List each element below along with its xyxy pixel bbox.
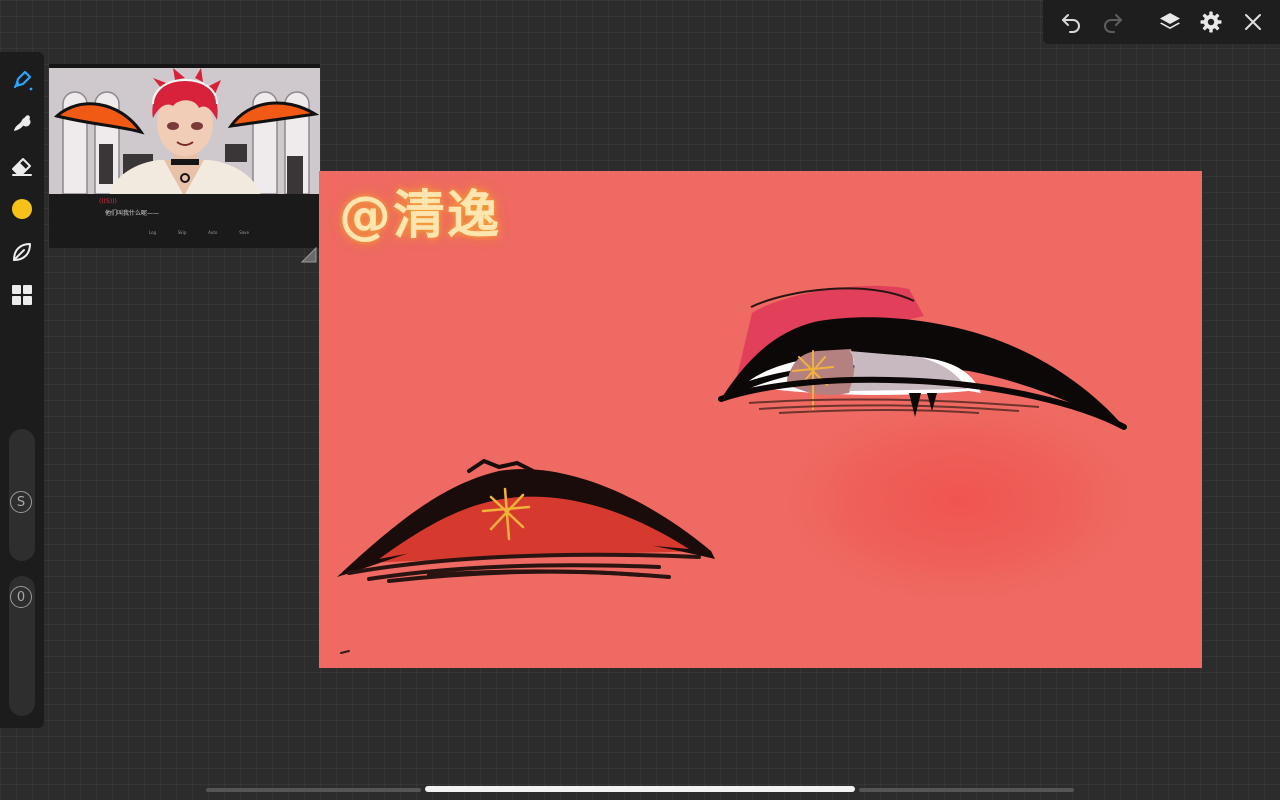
brush-size-slider[interactable]: S xyxy=(9,429,35,561)
game-menu-item: Log xyxy=(149,230,157,235)
color-picker-button[interactable] xyxy=(8,195,36,223)
undo-arrow-icon xyxy=(1062,14,1080,33)
game-menu: Log Skip Auto Save xyxy=(149,230,249,235)
gear-icon xyxy=(1200,11,1222,33)
opacity-slider[interactable]: 0 xyxy=(9,576,35,716)
eraser-tool-button[interactable] xyxy=(8,152,36,180)
size-slider-knob[interactable]: S xyxy=(10,491,32,513)
settings-button[interactable] xyxy=(1197,8,1225,36)
grid-tiles-icon xyxy=(12,285,32,305)
size-slider-label: S xyxy=(16,494,26,510)
grid-tool-button[interactable] xyxy=(8,281,36,309)
game-menu-item: Save xyxy=(239,230,249,235)
close-icon xyxy=(1245,14,1261,30)
opacity-slider-knob[interactable]: 0 xyxy=(10,586,32,608)
redo-button[interactable] xyxy=(1099,8,1127,36)
pen-tool-button[interactable] xyxy=(8,66,36,94)
undo-button[interactable] xyxy=(1057,8,1085,36)
redo-arrow-icon xyxy=(1104,14,1122,33)
reference-resize-handle[interactable] xyxy=(300,246,318,264)
scrubber-segment[interactable] xyxy=(206,788,421,792)
scrubber-active-segment[interactable] xyxy=(425,786,855,792)
eraser-icon xyxy=(12,158,32,176)
fill-tool-button[interactable] xyxy=(8,238,36,266)
reference-window[interactable]: (((S))) 他们叫我什么呢—— Log Skip Auto Save xyxy=(49,64,320,248)
smudge-tool-button[interactable] xyxy=(8,109,36,137)
pen-icon xyxy=(13,70,33,91)
color-swatch xyxy=(12,199,32,219)
reference-image xyxy=(49,64,320,248)
game-menu-item: Auto xyxy=(208,230,218,235)
page-scrubber[interactable] xyxy=(206,786,1074,794)
layers-icon xyxy=(1160,13,1180,29)
layers-button[interactable] xyxy=(1156,8,1184,36)
leaf-brush-icon xyxy=(13,243,31,261)
app-root: S 0 (((S))) 他们叫我什么呢—— Log Skip Auto Save… xyxy=(0,0,1280,800)
drawing-canvas[interactable]: @清逸 xyxy=(319,171,1202,668)
game-menu-item: Skip xyxy=(177,230,187,235)
game-name-label: (((S))) xyxy=(99,198,117,205)
smudge-finger-icon xyxy=(14,115,31,131)
opacity-slider-label: 0 xyxy=(16,589,26,605)
game-dialog-text: 他们叫我什么呢—— xyxy=(105,210,160,217)
top-toolbar xyxy=(1043,0,1280,44)
scrubber-segment[interactable] xyxy=(859,788,1074,792)
signature-text: @清逸 xyxy=(339,186,502,246)
left-toolbar: S 0 xyxy=(0,52,44,728)
close-button[interactable] xyxy=(1239,8,1267,36)
